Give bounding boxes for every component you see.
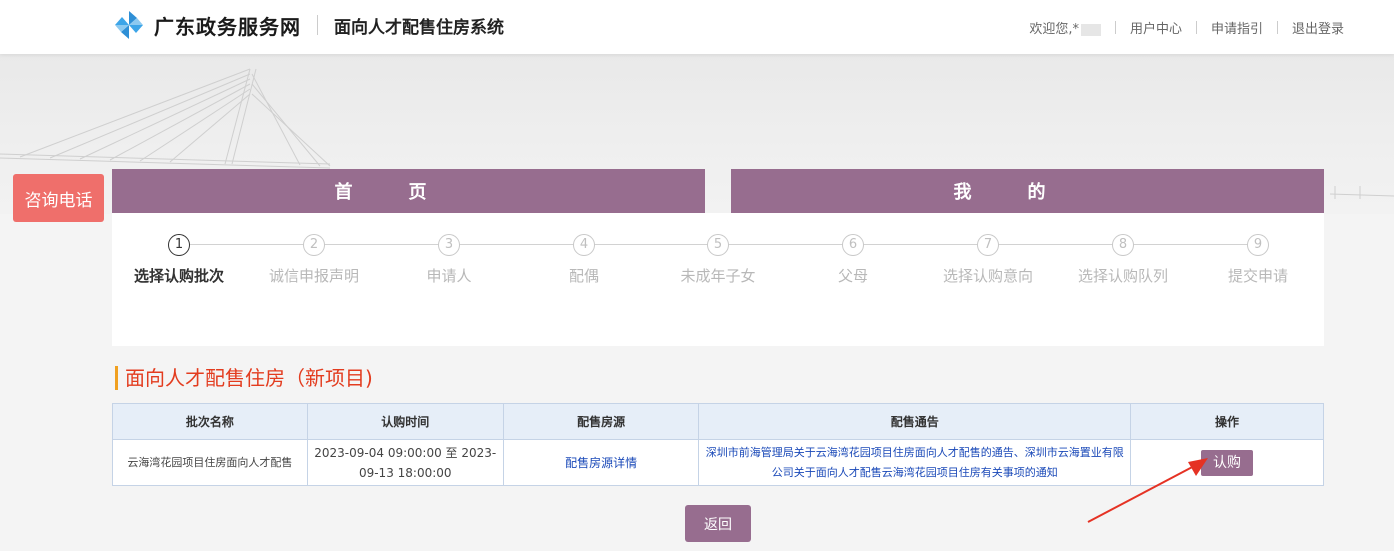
- link-divider: [1195, 21, 1197, 34]
- brand-logo[interactable]: 广东政务服务网 面向人才配售住房系统: [114, 10, 504, 40]
- step-label: 申请人: [426, 267, 472, 285]
- step-6: 6 父母: [788, 233, 918, 286]
- brand-name: 广东政务服务网: [154, 14, 301, 39]
- top-header: 广东政务服务网 面向人才配售住房系统 欢迎您,* 用户中心 申请指引 退出登录: [0, 0, 1394, 54]
- red-arrow-annotation-icon: [1087, 458, 1208, 523]
- step-8: 8 选择认购队列: [1058, 233, 1188, 286]
- step-2: 2 诚信申报声明: [249, 233, 379, 286]
- back-button[interactable]: 返回: [685, 505, 751, 542]
- sale-notice-link[interactable]: 深圳市前海管理局关于云海湾花园项目住房面向人才配售的通告、深圳市云海置业有限公司…: [698, 439, 1132, 486]
- step-label: 未成年子女: [680, 267, 756, 285]
- step-label: 诚信申报声明: [268, 267, 359, 285]
- system-name: 面向人才配售住房系统: [334, 17, 504, 38]
- header-divider: [317, 15, 318, 35]
- step-4: 4 配偶: [519, 233, 649, 286]
- application-steps: 1 选择认购批次 2 诚信申报声明 3 申请人 4 配偶 5 未成年子女 6 父母 7 选择认…: [112, 213, 1324, 346]
- link-divider: [1276, 21, 1278, 34]
- column-header: 操作: [1130, 403, 1324, 440]
- masked-username: [1080, 23, 1101, 36]
- step-label: 提交申请: [1227, 267, 1288, 285]
- step-label: 配偶: [568, 267, 599, 285]
- step-label: 父母: [837, 267, 868, 285]
- step-5: 5 未成年子女: [653, 233, 783, 286]
- column-header: 配售房源: [502, 403, 700, 440]
- step-9: 9 提交申请: [1193, 233, 1323, 286]
- step-label: 选择认购批次: [133, 267, 224, 285]
- pinwheel-logo-icon: [115, 11, 143, 39]
- top-links: 欢迎您,* 用户中心 申请指引 退出登录: [1029, 18, 1344, 37]
- table-header-row: 批次名称 认购时间 配售房源 配售通告 操作: [112, 403, 1324, 440]
- section-title: 面向人才配售住房（新项目): [115, 366, 373, 390]
- step-7: 7 选择认购意向: [923, 233, 1053, 286]
- step-3: 3 申请人: [384, 233, 514, 286]
- column-header: 批次名称: [112, 403, 308, 440]
- step-label: 选择认购队列: [1077, 267, 1168, 285]
- step-1: 1 选择认购批次: [114, 233, 244, 286]
- column-header: 配售通告: [698, 403, 1132, 440]
- welcome-text: 欢迎您,*: [1029, 18, 1101, 37]
- apply-guide-link[interactable]: 申请指引: [1211, 18, 1263, 37]
- column-header: 认购时间: [306, 403, 504, 440]
- user-center-link[interactable]: 用户中心: [1130, 18, 1182, 37]
- step-label: 选择认购意向: [942, 267, 1033, 285]
- housing-details-link[interactable]: 配售房源详情: [502, 439, 700, 486]
- link-divider: [1114, 21, 1116, 34]
- tab-home[interactable]: 首页: [112, 169, 705, 213]
- batch-name-cell: 云海湾花园项目住房面向人才配售: [112, 439, 308, 486]
- logout-link[interactable]: 退出登录: [1292, 18, 1344, 37]
- consult-phone-button[interactable]: 咨询电话: [13, 174, 104, 222]
- tab-mine[interactable]: 我的: [731, 169, 1324, 213]
- subscription-time-cell: 2023-09-04 09:00:00 至 2023-09-13 18:00:0…: [306, 439, 504, 486]
